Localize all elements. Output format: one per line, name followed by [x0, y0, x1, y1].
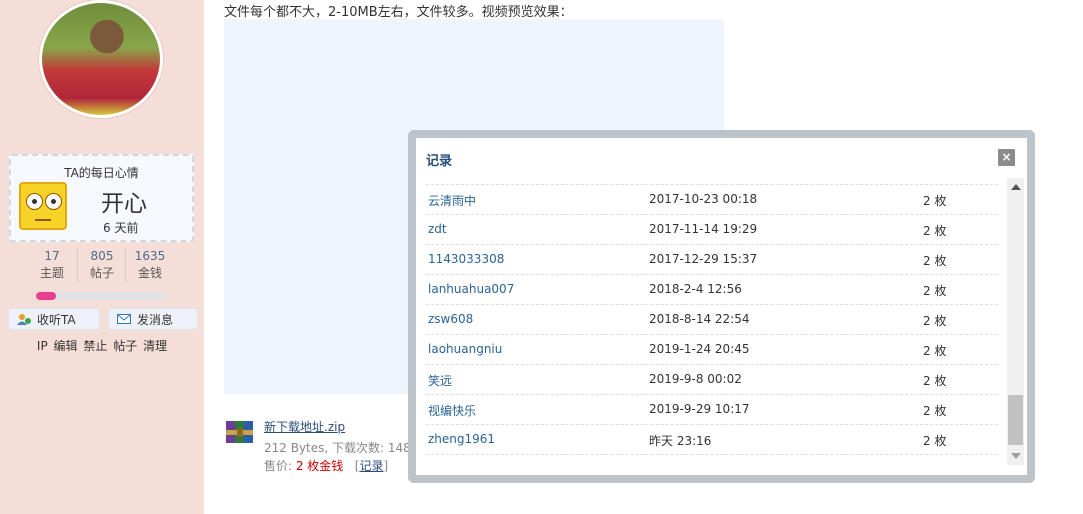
price-prefix: 售价: — [264, 459, 296, 473]
record-username[interactable]: lanhuahua007 — [428, 282, 514, 296]
record-amount: 2 枚 — [923, 284, 947, 298]
attachment-price: 售价: 2 枚金钱 [记录] — [264, 459, 389, 473]
stat-topics-label: 主题 — [39, 266, 64, 280]
record-row: zdt 2017-11-14 19:29 2 枚 — [426, 214, 998, 244]
record-time: 2019-9-8 00:02 — [649, 372, 742, 386]
stat-money-count[interactable]: 1635 — [126, 248, 174, 264]
stat-money[interactable]: 1635 金钱 — [125, 248, 174, 282]
record-row: zheng1961 昨天 23:16 2 枚 — [426, 424, 998, 455]
record-username[interactable]: 1143033308 — [428, 252, 504, 266]
record-row: zsw608 2018-8-14 22:54 2 枚 — [426, 304, 998, 334]
admin-clean-link[interactable]: 清理 — [143, 339, 167, 353]
admin-links: IP 编辑 禁止 帖子 清理 — [0, 337, 204, 354]
record-time: 2019-9-29 10:17 — [649, 402, 750, 416]
stat-topics[interactable]: 17 主题 — [28, 248, 76, 282]
record-username[interactable]: zdt — [428, 222, 447, 236]
send-message-label: 发消息 — [137, 313, 174, 327]
admin-ban-link[interactable]: 禁止 — [83, 339, 107, 353]
record-username[interactable]: zsw608 — [428, 312, 473, 326]
stat-topics-count[interactable]: 17 — [28, 248, 76, 264]
follow-label: 收听TA — [37, 313, 76, 327]
send-message-button[interactable]: 发消息 — [108, 308, 198, 330]
record-username[interactable]: 云清雨中 — [428, 192, 476, 209]
post-intro-text: 文件每个都不大，2-10MB左右，文件较多。视频预览效果： — [224, 5, 573, 20]
record-amount: 2 枚 — [923, 344, 947, 358]
record-row: 笑远 2019-9-8 00:02 2 枚 — [426, 364, 998, 394]
user-sidebar: TA的每日心情 开心 6 天前 17 主题 805 帖子 1635 金钱 收听T… — [0, 0, 204, 514]
record-amount: 2 枚 — [923, 194, 947, 208]
level-progress-bar — [36, 292, 166, 300]
record-time: 2018-2-4 12:56 — [649, 282, 742, 296]
record-amount: 2 枚 — [923, 314, 947, 328]
follow-user-icon — [17, 314, 31, 325]
record-amount: 2 枚 — [923, 374, 947, 388]
record-row: 视编快乐 2019-9-29 10:17 2 枚 — [426, 394, 998, 424]
record-amount: 2 枚 — [923, 224, 947, 238]
close-button[interactable]: × — [998, 149, 1015, 166]
purchase-record-list: 云清雨中 2017-10-23 00:18 2 枚 zdt 2017-11-14… — [426, 184, 998, 455]
stat-posts-count[interactable]: 805 — [78, 248, 126, 264]
smiley-face-icon — [19, 182, 67, 230]
mood-title: TA的每日心情 — [64, 166, 139, 180]
record-username[interactable]: 视编快乐 — [428, 402, 476, 419]
archive-file-icon — [226, 421, 253, 443]
attachment-link[interactable]: 新下载地址.zip — [264, 418, 345, 435]
record-amount: 2 枚 — [923, 434, 947, 448]
stat-posts-label: 帖子 — [89, 266, 114, 280]
scroll-up-arrow-icon[interactable] — [1011, 184, 1021, 190]
mood-text: 开心 — [101, 191, 147, 217]
price-value: 2 枚金钱 — [295, 459, 344, 473]
record-row: 云清雨中 2017-10-23 00:18 2 枚 — [426, 184, 998, 214]
scroll-down-arrow-icon[interactable] — [1011, 453, 1021, 459]
record-time: 2018-8-14 22:54 — [649, 312, 750, 326]
record-row: laohuangniu 2019-1-24 20:45 2 枚 — [426, 334, 998, 364]
record-username[interactable]: 笑远 — [428, 372, 452, 389]
daily-mood-box: TA的每日心情 开心 6 天前 — [9, 154, 194, 242]
purchase-record-link[interactable]: 记录 — [359, 459, 383, 473]
admin-edit-link[interactable]: 编辑 — [54, 339, 78, 353]
attachment-meta: 212 Bytes, 下载次数: 148 — [264, 441, 411, 455]
admin-posts-link[interactable]: 帖子 — [113, 339, 137, 353]
stat-money-label: 金钱 — [137, 266, 162, 280]
level-progress-fill — [36, 292, 56, 300]
dialog-scrollbar[interactable] — [1007, 178, 1024, 465]
record-amount: 2 枚 — [923, 404, 947, 418]
record-time: 2019-1-24 20:45 — [649, 342, 750, 356]
record-time: 2017-10-23 00:18 — [649, 192, 758, 206]
record-time: 2017-11-14 19:29 — [649, 222, 758, 236]
record-username[interactable]: laohuangniu — [428, 342, 502, 356]
follow-button[interactable]: 收听TA — [8, 308, 100, 330]
admin-ip-link[interactable]: IP — [37, 339, 48, 353]
record-time: 2017-12-29 15:37 — [649, 252, 758, 266]
user-avatar[interactable] — [39, 0, 163, 118]
stat-posts[interactable]: 805 帖子 — [77, 248, 126, 282]
envelope-icon — [117, 314, 131, 324]
record-row: lanhuahua007 2018-2-4 12:56 2 枚 — [426, 274, 998, 304]
record-amount: 2 枚 — [923, 254, 947, 268]
record-row: 1143033308 2017-12-29 15:37 2 枚 — [426, 244, 998, 274]
mood-time: 6 天前 — [103, 221, 139, 235]
record-username[interactable]: zheng1961 — [428, 432, 495, 446]
record-time: 昨天 23:16 — [649, 434, 712, 448]
dialog-title: 记录 — [426, 154, 453, 169]
record-dialog: 记录 × 云清雨中 2017-10-23 00:18 2 枚 zdt 2017-… — [416, 138, 1027, 475]
scrollbar-thumb[interactable] — [1008, 395, 1023, 445]
